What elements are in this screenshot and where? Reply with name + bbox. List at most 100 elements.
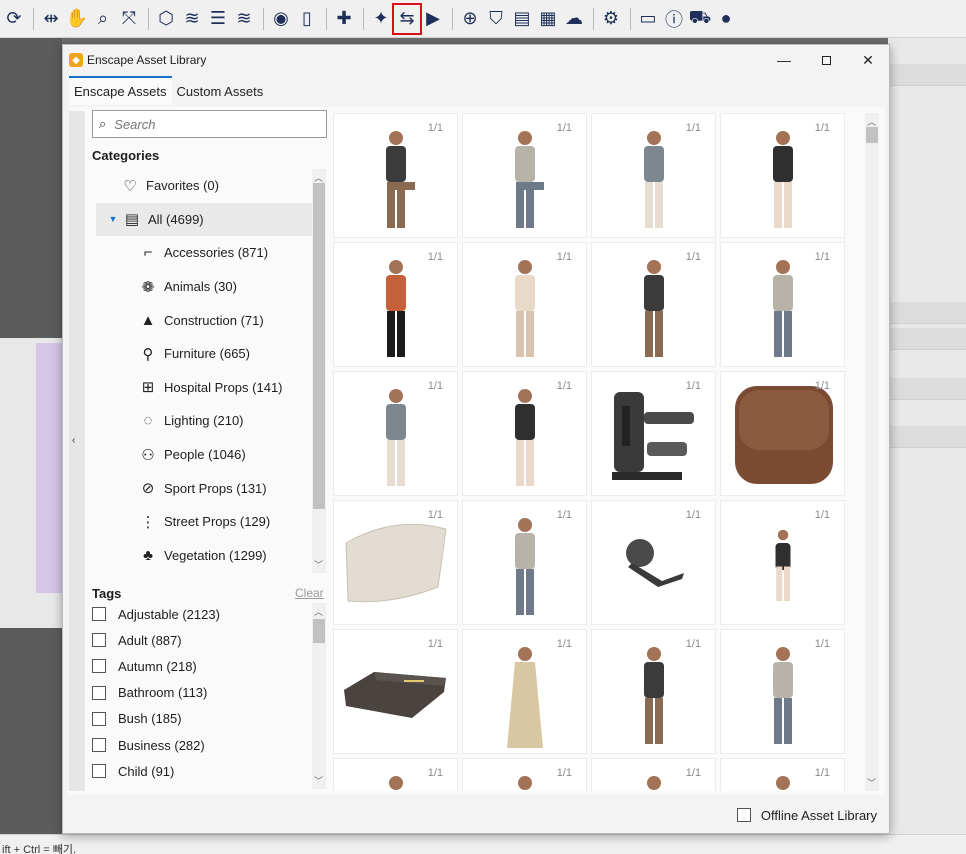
layers-button[interactable]: ☰ — [206, 6, 230, 32]
asset-variant-count: 1/1 — [427, 767, 443, 779]
asset-tile[interactable]: 1/1 — [462, 500, 587, 625]
scroll-down-icon[interactable]: ﹀ — [867, 776, 876, 789]
tag-item[interactable]: Bathroom (113) — [92, 680, 308, 706]
asset-tile[interactable]: 1/1 — [462, 113, 587, 238]
category-item[interactable]: ◌ Lighting (210) — [96, 404, 312, 438]
asset-scroll-thumb[interactable] — [866, 127, 878, 143]
checker-button[interactable]: ▦ — [536, 6, 560, 32]
asset-tile[interactable]: 1/1 — [720, 371, 845, 496]
zoom-button[interactable]: ⌕ — [91, 6, 115, 32]
asset-tile[interactable]: 1/1 — [720, 113, 845, 238]
asset-tile[interactable]: 1/1 — [591, 242, 716, 367]
tag-item[interactable]: Adult (887) — [92, 627, 308, 653]
search-input[interactable] — [114, 116, 305, 132]
user-button[interactable]: ◉ — [269, 6, 293, 32]
tag-item[interactable]: Adjustable (2123) — [92, 601, 308, 627]
title-bar[interactable]: ◆ Enscape Asset Library — ✕ — [63, 45, 889, 75]
category-item[interactable]: ⊞ Hospital Props (141) — [96, 371, 312, 405]
tags-button[interactable]: ≋ — [232, 6, 256, 32]
asset-tile[interactable]: 1/1 — [720, 629, 845, 754]
dialog-footer: Offline Asset Library — [63, 797, 889, 833]
tag-checkbox[interactable] — [92, 633, 106, 648]
orbit-button[interactable]: ⟳ — [2, 6, 26, 32]
cart-button[interactable]: ⛟ — [688, 6, 712, 32]
materials-button[interactable]: ▤ — [510, 6, 534, 32]
window-button[interactable]: ▭ — [636, 6, 660, 32]
minimize-button[interactable]: — — [763, 45, 805, 75]
enscape-start-button[interactable]: ✦ — [369, 6, 393, 32]
asset-scrollbar[interactable]: ︿ ﹀ — [865, 113, 879, 791]
sandbox-button[interactable]: ≋ — [180, 6, 204, 32]
tag-item[interactable]: Autumn (218) — [92, 653, 308, 679]
asset-tile[interactable]: 1/1 — [333, 371, 458, 496]
asset-tile[interactable]: 1/1 — [462, 629, 587, 754]
category-item[interactable]: ▲ Construction (71) — [96, 303, 312, 337]
asset-tile[interactable]: 1/1 — [591, 113, 716, 238]
category-scrollbar[interactable]: ︿ ﹀ — [312, 169, 326, 573]
upload-button[interactable]: ☁ — [562, 6, 586, 32]
pan-button[interactable]: ✋ — [65, 6, 89, 32]
tag-checkbox[interactable] — [92, 711, 106, 726]
asset-tile[interactable]: 1/1 — [333, 629, 458, 754]
tag-item[interactable]: Bush (185) — [92, 706, 308, 732]
enscape-shield-button[interactable]: ⛉ — [484, 6, 508, 32]
account-button[interactable]: ● — [714, 6, 738, 32]
scroll-down-icon[interactable]: ﹀ — [314, 558, 323, 571]
add-user-button[interactable]: ✚ — [332, 6, 356, 32]
tag-checkbox[interactable] — [92, 764, 106, 779]
asset-tile[interactable]: 1/1 — [720, 500, 845, 625]
info-button[interactable]: ⓘ — [662, 6, 686, 32]
category-item[interactable]: ▼ ▤ All (4699) — [96, 202, 312, 237]
asset-tile[interactable]: 1/1 — [333, 242, 458, 367]
video-button[interactable]: ▶ — [421, 6, 445, 32]
scroll-up-icon[interactable]: ︿ — [314, 605, 323, 618]
clear-tags-link[interactable]: Clear — [295, 586, 324, 600]
tag-scroll-thumb[interactable] — [313, 619, 325, 643]
tag-checkbox[interactable] — [92, 659, 106, 674]
category-item[interactable]: ⋮ Street Props (129) — [96, 505, 312, 539]
asset-tile[interactable]: 1/1 — [462, 371, 587, 496]
asset-tile[interactable]: 1/1 — [591, 371, 716, 496]
asset-tile[interactable]: 1/1 — [462, 758, 587, 791]
search-box[interactable]: ⌕ — [92, 110, 327, 138]
category-item[interactable]: ⚲ Furniture (665) — [96, 337, 312, 371]
category-item[interactable]: ⊘ Sport Props (131) — [96, 471, 312, 505]
scroll-down-icon[interactable]: ﹀ — [314, 774, 323, 787]
asset-tile[interactable]: 1/1 — [591, 758, 716, 791]
asset-tile[interactable]: 1/1 — [720, 242, 845, 367]
asset-tile[interactable]: 1/1 — [591, 500, 716, 625]
zoom-extents-button[interactable]: ⤧ — [117, 6, 141, 32]
asset-tile[interactable]: 1/1 — [333, 758, 458, 791]
tag-checkbox[interactable] — [92, 738, 106, 753]
category-item[interactable]: ⚇ People (1046) — [96, 438, 312, 472]
category-item[interactable]: ♣ Vegetation (1299) — [96, 539, 312, 573]
tab-enscape-assets[interactable]: Enscape Assets — [69, 76, 172, 105]
settings-button[interactable]: ⚙ — [599, 6, 623, 32]
asset-tile[interactable]: 1/1 — [462, 242, 587, 367]
maximize-button[interactable] — [805, 45, 847, 75]
category-item[interactable]: ♡ Favorites (0) — [96, 169, 312, 203]
close-button[interactable]: ✕ — [847, 45, 889, 75]
asset-library-button[interactable]: ⇆ — [392, 2, 422, 35]
offline-library-checkbox[interactable] — [736, 808, 751, 822]
category-scroll-thumb[interactable] — [313, 183, 325, 509]
tab-custom-assets[interactable]: Custom Assets — [172, 78, 269, 105]
expand-arrow-icon[interactable]: ▼ — [104, 214, 122, 224]
tag-item[interactable]: Business (282) — [92, 732, 308, 758]
tag-checkbox[interactable] — [92, 607, 106, 622]
component-button[interactable]: ⬡ — [154, 6, 178, 32]
asset-tile[interactable]: 1/1 — [720, 758, 845, 791]
sidebar-collapse-handle[interactable]: ‹ — [69, 111, 85, 791]
tag-checkbox[interactable] — [92, 685, 106, 700]
tag-scrollbar[interactable]: ︿ ﹀ — [312, 603, 326, 789]
asset-tile[interactable]: 1/1 — [591, 629, 716, 754]
asset-tile[interactable]: 1/1 — [333, 500, 458, 625]
tag-item[interactable]: Child (91) — [92, 758, 308, 784]
section-button[interactable]: ⇹ — [39, 6, 63, 32]
category-item[interactable]: ⌐ Accessories (871) — [96, 236, 312, 270]
asset-tile[interactable]: 1/1 — [333, 113, 458, 238]
viewport-canvas[interactable] — [0, 38, 62, 834]
category-item[interactable]: ❁ Animals (30) — [96, 270, 312, 304]
new-file-button[interactable]: ▯ — [295, 6, 319, 32]
plus-button[interactable]: ⊕ — [458, 6, 482, 32]
